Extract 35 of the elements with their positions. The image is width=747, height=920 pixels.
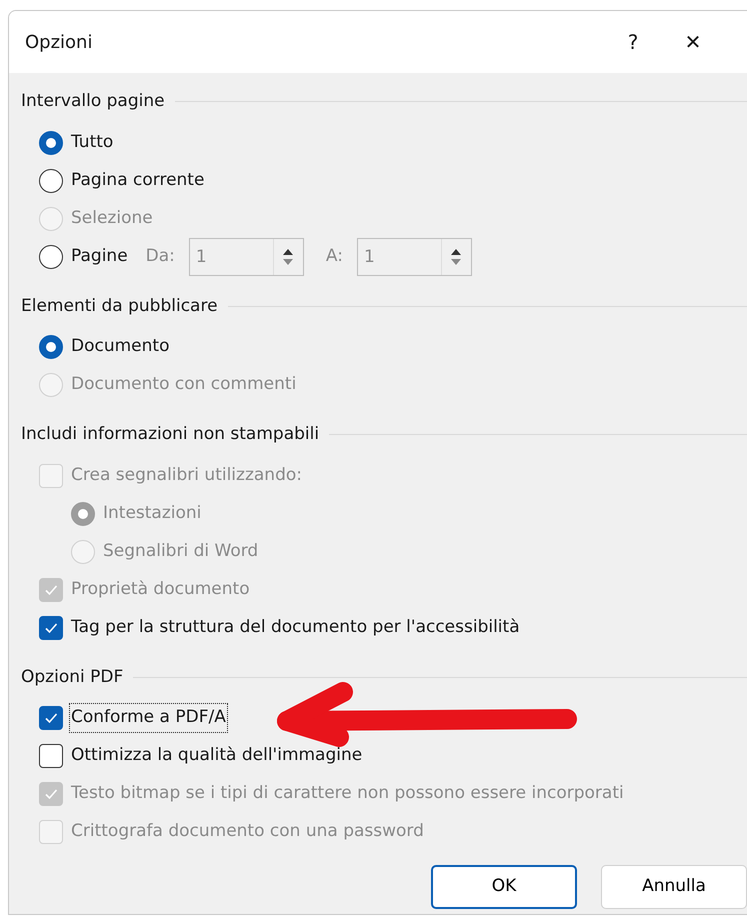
radio-button[interactable]: [39, 130, 63, 154]
option-label[interactable]: Tag per la struttura del documento per l'accessibilità: [71, 614, 520, 640]
option-label: Crea segnalibri utilizzando:: [71, 464, 302, 487]
option-label[interactable]: Pagina corrente: [71, 168, 204, 194]
help-button[interactable]: ?: [603, 27, 663, 57]
ok-button[interactable]: OK: [431, 865, 578, 909]
checkbox[interactable]: [39, 616, 63, 640]
cancel-button[interactable]: Annulla: [601, 865, 747, 909]
radio-button[interactable]: [39, 244, 63, 268]
option-label: Documento con commenti: [71, 373, 296, 396]
option-label: Selezione: [71, 206, 153, 230]
option-label: Testo bitmap se i tipi di carattere non possono essere incorporati: [71, 782, 624, 806]
group-heading: Elementi da pubblicare: [21, 294, 218, 318]
field-label: Da:: [146, 244, 175, 268]
option-label[interactable]: Documento: [71, 334, 170, 360]
group-heading: Includi informazioni non stampabili: [21, 423, 320, 446]
option-label: Intestazioni: [103, 502, 202, 525]
option-label[interactable]: Ottimizza la qualità dell'immagine: [71, 743, 362, 769]
window-title: Opzioni: [25, 30, 94, 54]
field-label: A:: [326, 244, 343, 268]
option-label[interactable]: Pagine: [71, 244, 128, 270]
group-heading: Opzioni PDF: [21, 666, 124, 688]
radio-button[interactable]: [39, 335, 63, 359]
spin-up-icon[interactable]: [283, 248, 294, 254]
group-heading: Intervallo pagine: [21, 90, 165, 113]
spin-up-icon[interactable]: [451, 248, 462, 254]
option-label[interactable]: Conforme a PDF/A: [71, 705, 226, 731]
radio-button[interactable]: [39, 168, 63, 192]
option-label[interactable]: Tutto: [71, 130, 114, 156]
close-button[interactable]: ✕: [663, 27, 723, 57]
option-label: Segnalibri di Word: [103, 540, 258, 563]
option-label: Crittografa documento con una password: [71, 820, 424, 844]
checkbox[interactable]: [39, 706, 63, 730]
checkbox[interactable]: [39, 744, 63, 768]
option-label: Proprietà documento: [71, 578, 250, 601]
